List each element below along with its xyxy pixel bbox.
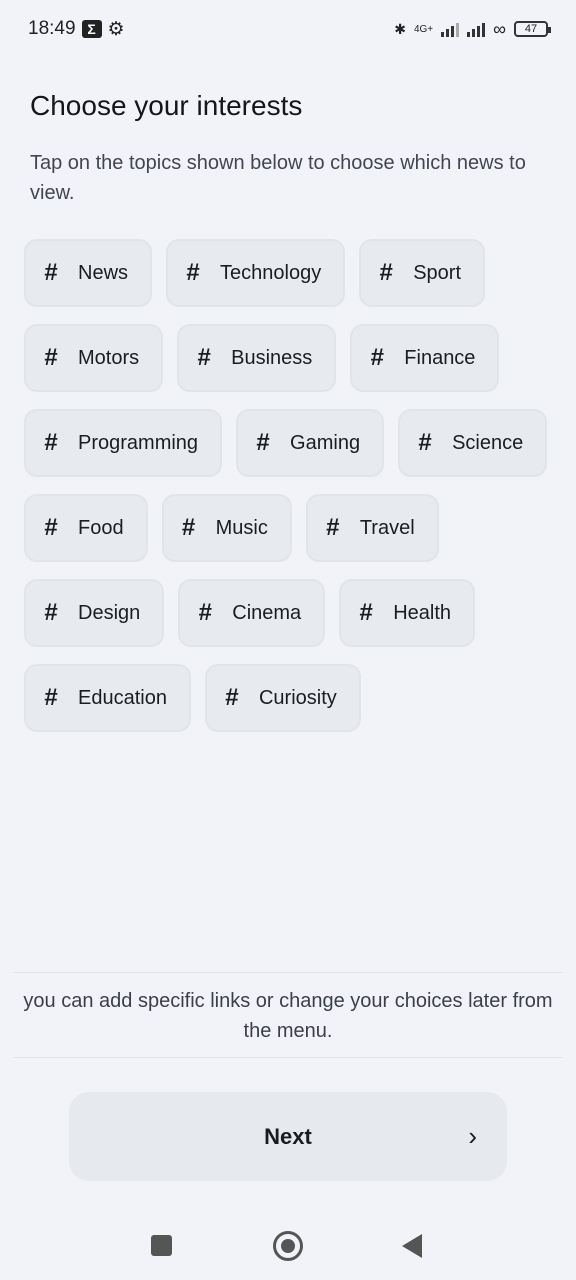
page-title: Choose your interests — [30, 90, 303, 121]
topic-chip-technology[interactable]: # Technology — [166, 239, 346, 307]
hashtag-icon: # — [197, 344, 211, 371]
topic-label: News — [78, 261, 129, 284]
home-button[interactable] — [273, 1231, 303, 1261]
divider-bottom — [14, 1057, 562, 1058]
hashtag-icon: # — [370, 344, 384, 371]
topic-chip-programming[interactable]: # Programming — [24, 409, 223, 477]
hashtag-icon: # — [44, 344, 58, 371]
hashtag-icon: # — [44, 429, 58, 456]
hashtag-icon: # — [181, 514, 196, 541]
hashtag-icon: # — [359, 599, 373, 626]
sigma-app-icon: Σ — [81, 20, 102, 38]
page-subtitle: Tap on the topics shown below to choose … — [30, 152, 526, 204]
topic-label: Music — [215, 516, 268, 539]
topic-label: Food — [78, 516, 124, 539]
topic-label: Health — [393, 601, 451, 624]
hashtag-icon: # — [418, 429, 432, 456]
topic-chip-curiosity[interactable]: # Curiosity — [204, 664, 361, 732]
divider-top — [14, 972, 562, 973]
topic-chip-cinema[interactable]: # Cinema — [178, 579, 326, 647]
settings-gear-icon: ⚙ — [107, 18, 125, 40]
topic-chip-sport[interactable]: # Sport — [359, 239, 486, 307]
status-bar: 18:49 Σ ⚙ ✱ 4G+ ∞ 47 — [0, 0, 576, 58]
status-time: 18:49 — [28, 18, 76, 39]
hashtag-icon: # — [198, 599, 212, 626]
topic-label: Programming — [78, 431, 199, 454]
topic-label: Education — [78, 686, 167, 709]
next-button[interactable]: Next › — [69, 1092, 507, 1181]
chevron-right-icon: › — [468, 1121, 477, 1151]
topic-chip-business[interactable]: # Business — [177, 324, 337, 392]
topic-chip-motors[interactable]: # Motors — [24, 324, 164, 392]
hashtag-icon: # — [44, 599, 58, 626]
topic-chip-music[interactable]: # Music — [161, 494, 292, 562]
topic-chip-travel[interactable]: # Travel — [305, 494, 439, 562]
battery-icon: 47 — [514, 21, 551, 37]
topic-label: Design — [78, 601, 141, 624]
hashtag-icon: # — [44, 684, 58, 711]
hashtag-icon: # — [186, 259, 200, 286]
signal-icon-2 — [467, 21, 486, 37]
topic-label: Gaming — [290, 431, 361, 454]
topic-label: Travel — [359, 516, 415, 539]
topic-chip-health[interactable]: # Health — [339, 579, 475, 647]
topic-label: Business — [231, 346, 313, 369]
info-note: you can add specific links or change you… — [23, 990, 553, 1042]
bluetooth-icon: ✱ — [394, 20, 406, 37]
hashtag-icon: # — [44, 259, 58, 286]
hashtag-icon: # — [44, 514, 58, 541]
network-type: 4G+ — [413, 23, 434, 35]
topic-chip-design[interactable]: # Design — [24, 579, 165, 647]
system-nav-bar — [0, 1222, 576, 1268]
topic-chip-list: # News # Technology # Sport # Motors # Business # F… — [24, 239, 554, 732]
topic-chip-finance[interactable]: # Finance — [350, 324, 500, 392]
hashtag-icon: # — [379, 259, 393, 286]
topic-chip-news[interactable]: # News — [24, 239, 153, 307]
topic-label: Sport — [413, 261, 462, 284]
topic-label: Cinema — [232, 601, 302, 624]
topic-label: Motors — [78, 346, 140, 369]
link-icon: ∞ — [493, 18, 506, 39]
topic-chip-education[interactable]: # Education — [24, 664, 191, 732]
topic-label: Finance — [404, 346, 476, 369]
back-button[interactable] — [402, 1234, 422, 1258]
hashtag-icon: # — [225, 684, 239, 711]
topic-chip-gaming[interactable]: # Gaming — [236, 409, 385, 477]
signal-icon — [441, 21, 460, 37]
topic-label: Technology — [220, 261, 322, 284]
topic-chip-science[interactable]: # Science — [398, 409, 548, 477]
next-label: Next — [264, 1123, 312, 1149]
hashtag-icon: # — [326, 514, 340, 541]
topic-label: Curiosity — [258, 686, 337, 709]
topic-label: Science — [452, 431, 524, 454]
topic-chip-food[interactable]: # Food — [24, 494, 148, 562]
hashtag-icon: # — [256, 429, 270, 456]
recents-button[interactable] — [151, 1235, 172, 1256]
